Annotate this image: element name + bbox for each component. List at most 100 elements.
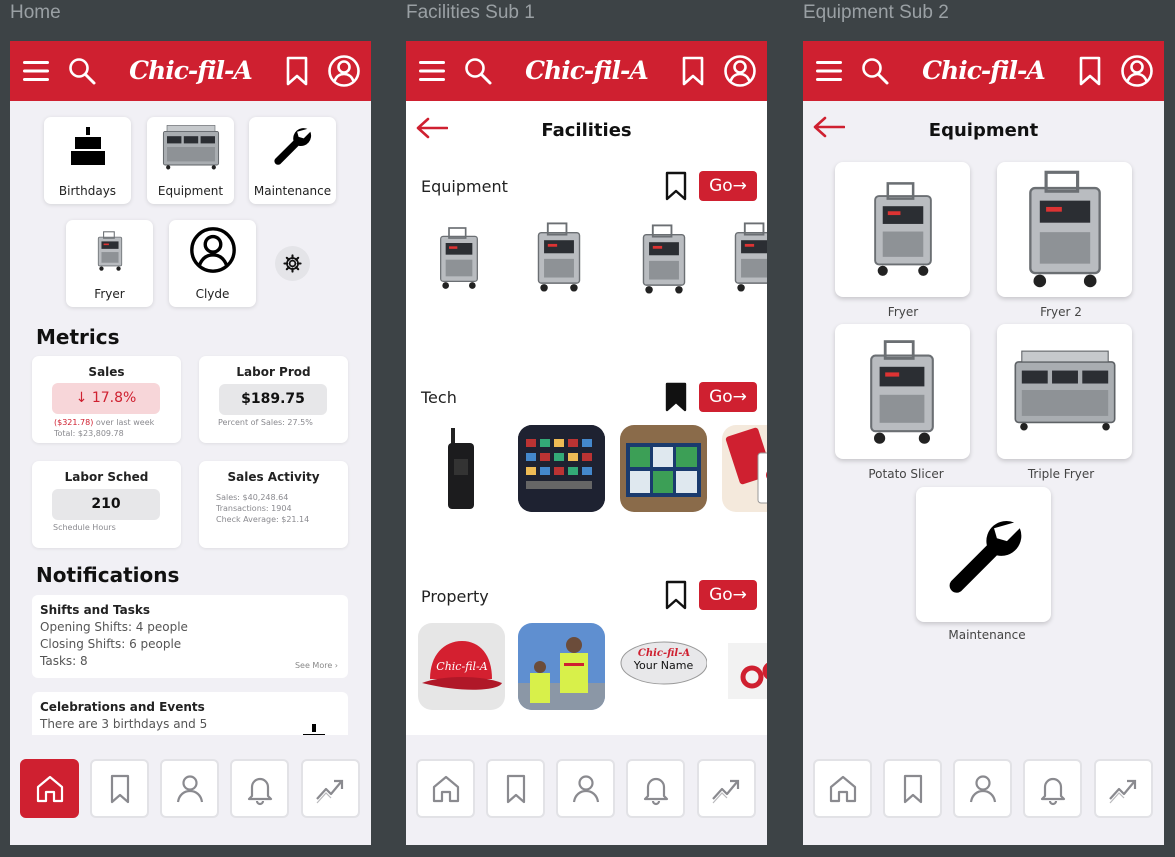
radio-image[interactable] [418, 425, 505, 512]
notif-title: Celebrations and Events [40, 700, 205, 714]
profile-icon[interactable] [1120, 54, 1154, 88]
see-more-link[interactable]: See More › [295, 661, 338, 670]
nav-bookmarks[interactable] [90, 759, 149, 818]
nav-bookmarks[interactable] [883, 759, 942, 818]
nav-trends[interactable] [301, 759, 360, 818]
go-button-property[interactable]: Go→ [699, 580, 757, 610]
tile-fryer[interactable]: Fryer [66, 220, 153, 307]
trending-icon [1107, 772, 1141, 806]
bookmark-icon[interactable] [1078, 54, 1102, 88]
bookmark-icon [103, 772, 137, 806]
nav-profile[interactable] [953, 759, 1012, 818]
tile-label: Clyde [195, 287, 230, 301]
nav-notifications[interactable] [626, 759, 685, 818]
menu-icon[interactable] [814, 54, 844, 88]
sales-card[interactable]: Sales ↓ 17.8% ($321.78) over last week T… [32, 356, 181, 443]
go-button-equipment[interactable]: Go→ [699, 171, 757, 201]
menu-icon[interactable] [21, 54, 51, 88]
bookmark-icon[interactable] [665, 171, 687, 201]
shirt-image[interactable] [722, 623, 767, 710]
nav-notifications[interactable] [1023, 759, 1082, 818]
kitchen-display-image[interactable] [620, 425, 707, 512]
fryer-image[interactable] [728, 213, 767, 301]
equipment-tile-fryer-2[interactable] [997, 162, 1132, 297]
equipment-label: Fryer [887, 305, 919, 319]
wrench-icon [270, 123, 314, 167]
tile-clyde[interactable]: Clyde [169, 220, 256, 307]
tile-birthdays[interactable]: Birthdays [44, 117, 131, 204]
fryer-image [1017, 166, 1113, 292]
sales-change-pill: ↓ 17.8% [52, 383, 160, 414]
fryer-image [865, 168, 941, 290]
sales-activity-card[interactable]: Sales Activity Sales: $40,248.64 Transac… [199, 461, 348, 548]
go-button-tech[interactable]: Go→ [699, 382, 757, 412]
equipment-tile-potato-slicer[interactable] [835, 324, 970, 459]
nav-home[interactable] [813, 759, 872, 818]
profile-icon[interactable] [723, 54, 757, 88]
home-screen: Chic-fil-A Birthdays Equipment Maintenan… [10, 41, 371, 845]
bookmark-icon[interactable] [665, 580, 687, 610]
page-title: Equipment [928, 120, 1039, 141]
wrench-icon [941, 511, 1027, 597]
tile-label: Equipment [157, 184, 224, 198]
labor-sched-card[interactable]: Labor Sched 210 Schedule Hours [32, 461, 181, 548]
cap-image[interactable]: Chic-fil-A [418, 623, 505, 710]
trending-icon [710, 772, 744, 806]
search-icon[interactable] [463, 54, 493, 88]
settings-button[interactable] [275, 246, 310, 281]
nav-bookmarks[interactable] [486, 759, 545, 818]
fryer-image[interactable] [531, 213, 587, 301]
sales-value: 17.8% [91, 390, 137, 406]
search-icon[interactable] [67, 54, 97, 88]
fryer-image[interactable] [434, 217, 484, 299]
staff-vests-image[interactable] [518, 623, 605, 710]
profile-icon [569, 772, 603, 806]
frame-label-equipment: Equipment Sub 2 [803, 2, 949, 23]
nav-home[interactable] [416, 759, 475, 818]
profile-icon [190, 227, 236, 273]
tile-equipment[interactable]: Equipment [147, 117, 234, 204]
bottom-nav [10, 735, 371, 845]
nav-profile[interactable] [160, 759, 219, 818]
equipment-tile-fryer[interactable] [835, 162, 970, 297]
bookmark-icon [896, 772, 930, 806]
cake-icon [71, 127, 105, 165]
tile-maintenance[interactable]: Maintenance [249, 117, 336, 204]
tile-label: Maintenance [253, 184, 332, 198]
shifts-tasks-card[interactable]: Shifts and Tasks Opening Shifts: 4 peopl… [32, 595, 348, 678]
brand-logo[interactable]: Chic-fil-A [921, 43, 1046, 98]
labor-prod-card[interactable]: Labor Prod $189.75 Percent of Sales: 27.… [199, 356, 348, 443]
svg-text:Chic-fil-A: Chic-fil-A [436, 660, 487, 673]
menu-icon[interactable] [417, 54, 447, 88]
bookmark-icon[interactable] [285, 54, 309, 88]
nav-notifications[interactable] [230, 759, 289, 818]
top-bar: Chic-fil-A [406, 41, 767, 101]
top-bar: Chic-fil-A [803, 41, 1164, 101]
name-tag-image[interactable]: Chic-fil-A Your Name [620, 623, 707, 710]
fryer-image [161, 123, 221, 171]
equipment-tile-maintenance[interactable] [916, 487, 1051, 622]
cake-icon [303, 724, 325, 736]
search-icon[interactable] [860, 54, 890, 88]
sales-activity-line: Check Average: $21.14 [216, 515, 310, 524]
nav-home[interactable] [20, 759, 79, 818]
bottom-nav [406, 735, 767, 845]
home-icon [33, 772, 67, 806]
cards-image[interactable] [722, 425, 767, 512]
nav-profile[interactable] [556, 759, 615, 818]
metrics-title: Metrics [36, 325, 120, 349]
brand-logo[interactable]: Chic-fil-A [128, 43, 253, 98]
profile-icon[interactable] [327, 54, 361, 88]
pos-screen-image[interactable] [518, 425, 605, 512]
bookmark-filled-icon[interactable] [665, 382, 687, 412]
nav-trends[interactable] [1094, 759, 1153, 818]
nav-trends[interactable] [697, 759, 756, 818]
fryer-image[interactable] [636, 219, 692, 299]
brand-logo[interactable]: Chic-fil-A [524, 43, 649, 98]
bookmark-icon[interactable] [681, 54, 705, 88]
sales-activity-line: Sales: $40,248.64 [216, 493, 289, 502]
equipment-tile-triple-fryer[interactable] [997, 324, 1132, 459]
sales-total: Total: $23,809.78 [54, 429, 124, 438]
notif-line: Tasks: 8 [40, 654, 88, 668]
labor-prod-value: $189.75 [219, 384, 327, 415]
